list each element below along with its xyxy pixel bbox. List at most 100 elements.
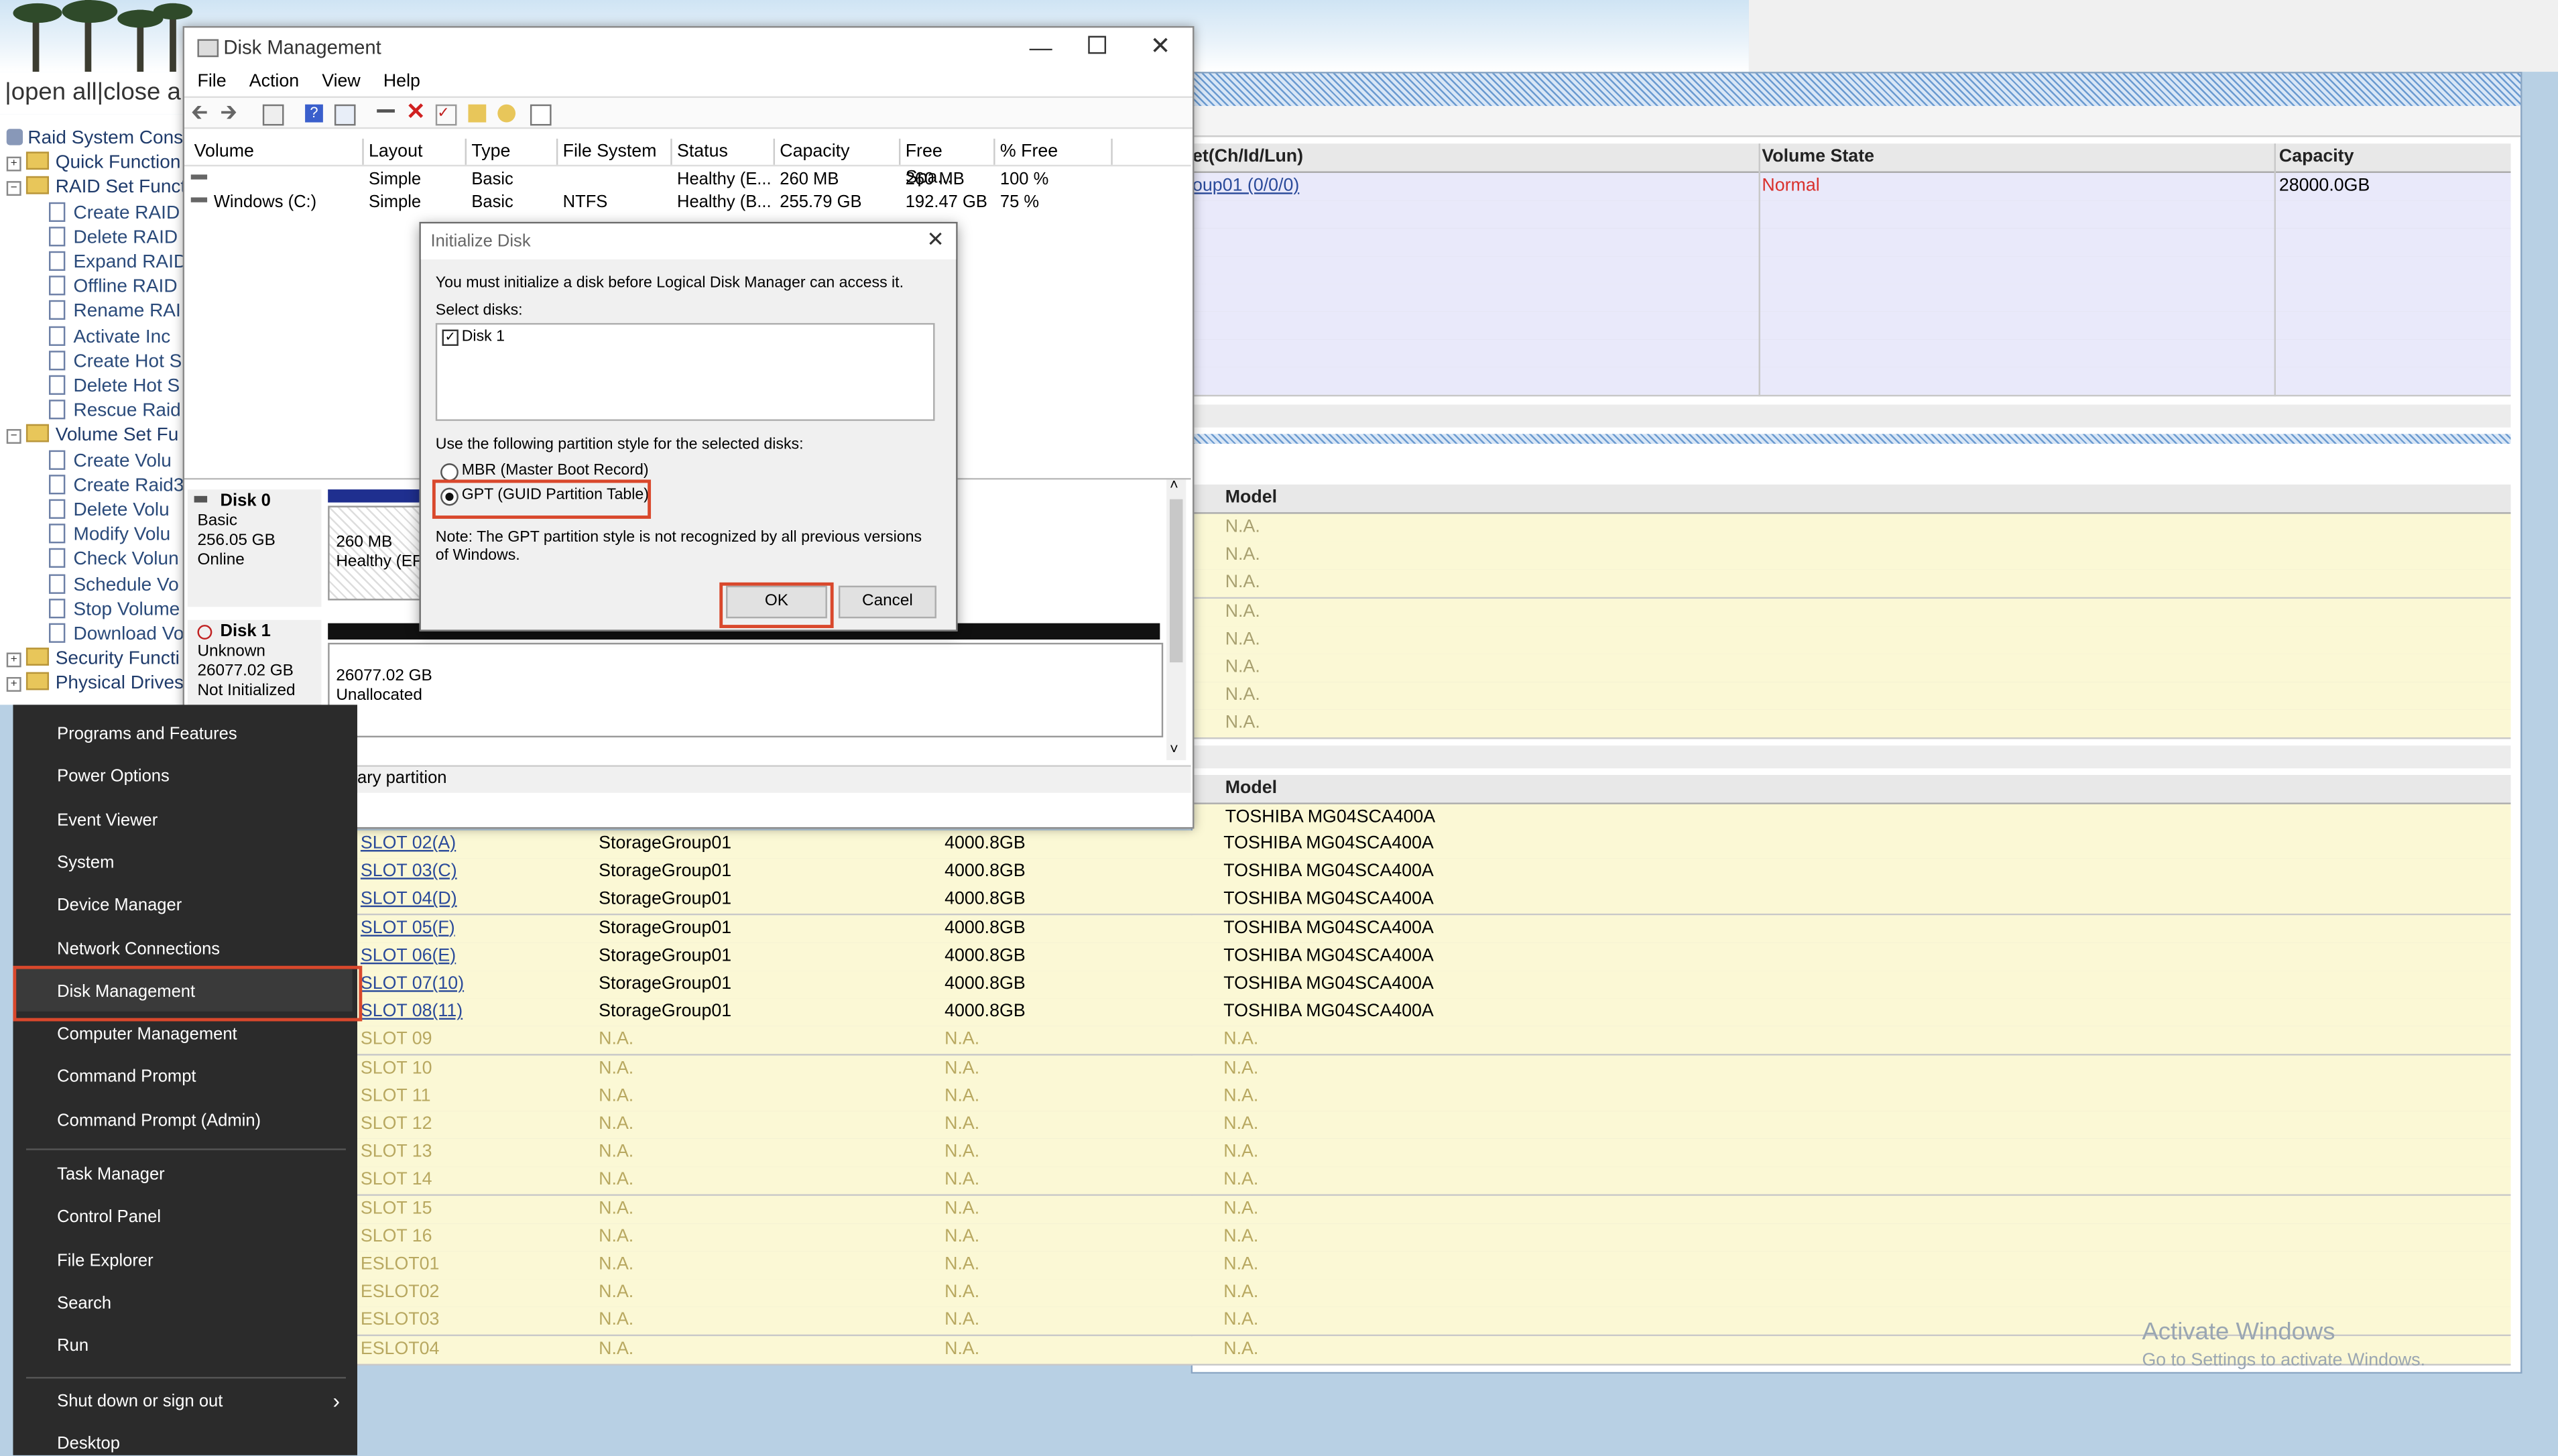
slot-link[interactable]: ESLOT03 <box>361 1307 440 1335</box>
tree-item[interactable]: + Quick Function <box>6 151 180 177</box>
tree-item[interactable]: + Physical Drives <box>6 672 184 698</box>
menu-item[interactable]: Programs and Features <box>57 725 237 744</box>
menu-item[interactable]: Network Connections <box>57 939 220 959</box>
column-header[interactable]: Type <box>467 138 558 165</box>
tree-item[interactable]: − RAID Set Funct <box>6 176 186 202</box>
menu-item[interactable]: Command Prompt (Admin) <box>57 1111 261 1130</box>
tree-item[interactable]: Expand RAID <box>49 251 186 276</box>
tree-item[interactable]: Delete RAID <box>49 226 178 251</box>
menu-file[interactable]: File <box>197 72 226 91</box>
delete-icon[interactable]: ✕ <box>406 98 426 124</box>
tree-item[interactable]: Download Vo <box>49 623 184 648</box>
tree-item[interactable]: Modify Volu <box>49 524 170 549</box>
column-header[interactable]: Status <box>672 138 776 165</box>
menu-item[interactable]: Power Options <box>57 768 170 787</box>
back-arrow-icon[interactable]: 🡰 <box>191 98 209 124</box>
menu-item[interactable]: Search <box>57 1294 111 1313</box>
column-header[interactable]: Capacity <box>775 138 901 165</box>
expand-toggle-icon[interactable]: − <box>6 430 21 444</box>
desktop-menu-item[interactable]: Desktop <box>57 1434 120 1453</box>
menu-action[interactable]: Action <box>249 72 299 91</box>
close-icon[interactable]: ✕ <box>1150 27 1171 66</box>
menu-item[interactable]: Run <box>57 1337 88 1356</box>
expand-toggle-icon[interactable]: + <box>6 677 21 692</box>
disk1-unallocated-area[interactable]: 26077.02 GB Unallocated <box>328 642 1164 738</box>
mbr-radio[interactable] <box>440 463 459 481</box>
folder-up-icon[interactable] <box>468 104 487 123</box>
scrollbar-thumb[interactable] <box>1169 499 1183 663</box>
menu-item[interactable]: Control Panel <box>57 1208 161 1227</box>
slot-link[interactable]: ESLOT01 <box>361 1252 440 1279</box>
column-header[interactable]: % Free <box>995 138 1113 165</box>
slot-link[interactable]: SLOT 06(E) <box>361 943 456 970</box>
open-close-all-links[interactable]: |open all|close a <box>0 72 188 115</box>
console-tree-icon[interactable] <box>262 104 284 126</box>
tree-item[interactable]: Stop Volume <box>49 598 180 623</box>
menu-item[interactable]: Task Manager <box>57 1165 165 1185</box>
cancel-button[interactable]: Cancel <box>838 585 936 619</box>
expand-toggle-icon[interactable]: − <box>6 182 21 196</box>
menu-item[interactable]: System <box>57 853 114 873</box>
tree-item[interactable]: Schedule Vo <box>49 573 179 599</box>
tree-item[interactable]: Create RAID <box>49 201 180 227</box>
volume-row[interactable]: Windows (C:) Simple Basic NTFS Healthy (B...… <box>184 191 1163 214</box>
disk0-efi-partition[interactable]: 260 MB Healthy (EFI <box>328 505 427 601</box>
tree-item[interactable]: Check Volun <box>49 548 179 574</box>
volume-link[interactable]: oup01 (0/0/0) <box>1193 173 1299 200</box>
tree-item[interactable]: Raid System Cons <box>6 127 183 152</box>
slot-link[interactable]: ESLOT02 <box>361 1279 440 1307</box>
column-header[interactable]: File System <box>558 138 672 165</box>
menu-help[interactable]: Help <box>383 72 420 91</box>
properties-icon[interactable] <box>334 104 356 126</box>
menu-item[interactable]: Computer Management <box>57 1025 237 1044</box>
tree-item[interactable]: Rescue Raid <box>49 400 181 425</box>
disk1-checkbox[interactable]: ✓ <box>442 329 459 346</box>
slot-link[interactable]: SLOT 13 <box>361 1139 432 1166</box>
slot-link[interactable]: SLOT 15 <box>361 1195 432 1223</box>
column-header[interactable]: Volume <box>189 138 364 165</box>
graphical-scrollbar[interactable]: ˄ ˅ <box>1166 477 1186 761</box>
dialog-close-icon[interactable]: ✕ <box>926 227 945 253</box>
slot-link[interactable]: SLOT 05(F) <box>361 914 455 942</box>
disk0-label-panel[interactable]: Disk 0 Basic 256.05 GB Online <box>187 489 322 607</box>
column-header[interactable]: Free Spa... <box>900 138 995 188</box>
slot-link[interactable]: SLOT 16 <box>361 1223 432 1251</box>
forward-arrow-icon[interactable]: 🡲 <box>221 98 239 124</box>
slot-link[interactable]: SLOT 09 <box>361 1027 432 1054</box>
volume-row[interactable]: Simple Basic Healthy (E... 260 MB 260 MB 100 … <box>184 168 1163 191</box>
tree-item[interactable]: Delete Volu <box>49 499 170 524</box>
search-folder-icon[interactable] <box>497 104 516 123</box>
slot-link[interactable]: SLOT 08(11) <box>361 999 463 1026</box>
slot-link[interactable]: ESLOT04 <box>361 1335 440 1363</box>
slot-link[interactable]: SLOT 14 <box>361 1167 432 1195</box>
menu-item[interactable]: Command Prompt <box>57 1068 196 1087</box>
slot-link[interactable]: SLOT 10 <box>361 1055 432 1083</box>
menu-view[interactable]: View <box>322 72 361 91</box>
slot-link[interactable]: SLOT 03(C) <box>361 859 457 886</box>
connect-icon[interactable] <box>377 109 395 122</box>
checklist-icon[interactable]: ✓ <box>435 104 457 126</box>
slot-link[interactable]: SLOT 11 <box>361 1083 431 1110</box>
expand-toggle-icon[interactable]: + <box>6 157 21 172</box>
menu-item[interactable]: File Explorer <box>57 1251 153 1270</box>
tree-item[interactable]: Activate Inc <box>49 325 170 351</box>
expand-toggle-icon[interactable]: + <box>6 652 21 668</box>
tree-item[interactable]: Offline RAID <box>49 276 178 301</box>
menu-item[interactable]: Device Manager <box>57 896 182 916</box>
slot-link[interactable]: SLOT 07(10) <box>361 971 464 998</box>
menu-item[interactable]: Disk Management <box>57 982 195 1002</box>
slot-link[interactable]: SLOT 04(D) <box>361 886 457 914</box>
scroll-down-icon[interactable]: ˅ <box>1170 741 1178 757</box>
maximize-icon[interactable] <box>1088 36 1107 54</box>
tree-item[interactable]: Delete Hot S <box>49 375 180 400</box>
menu-item[interactable]: Event Viewer <box>57 810 158 830</box>
slot-link[interactable]: SLOT 12 <box>361 1111 432 1138</box>
tree-item[interactable]: + Security Functi <box>6 648 180 673</box>
tree-item[interactable]: Create Hot S <box>49 350 182 375</box>
column-header[interactable]: Layout <box>364 138 467 165</box>
tree-item[interactable]: Rename RAI <box>49 300 181 326</box>
tree-item[interactable]: Create Volu <box>49 449 172 475</box>
tree-item[interactable]: − Volume Set Fu <box>6 424 178 450</box>
slot-link[interactable]: SLOT 02(A) <box>361 831 456 858</box>
shutdown-menu-item[interactable]: Shut down or sign out <box>57 1392 223 1411</box>
